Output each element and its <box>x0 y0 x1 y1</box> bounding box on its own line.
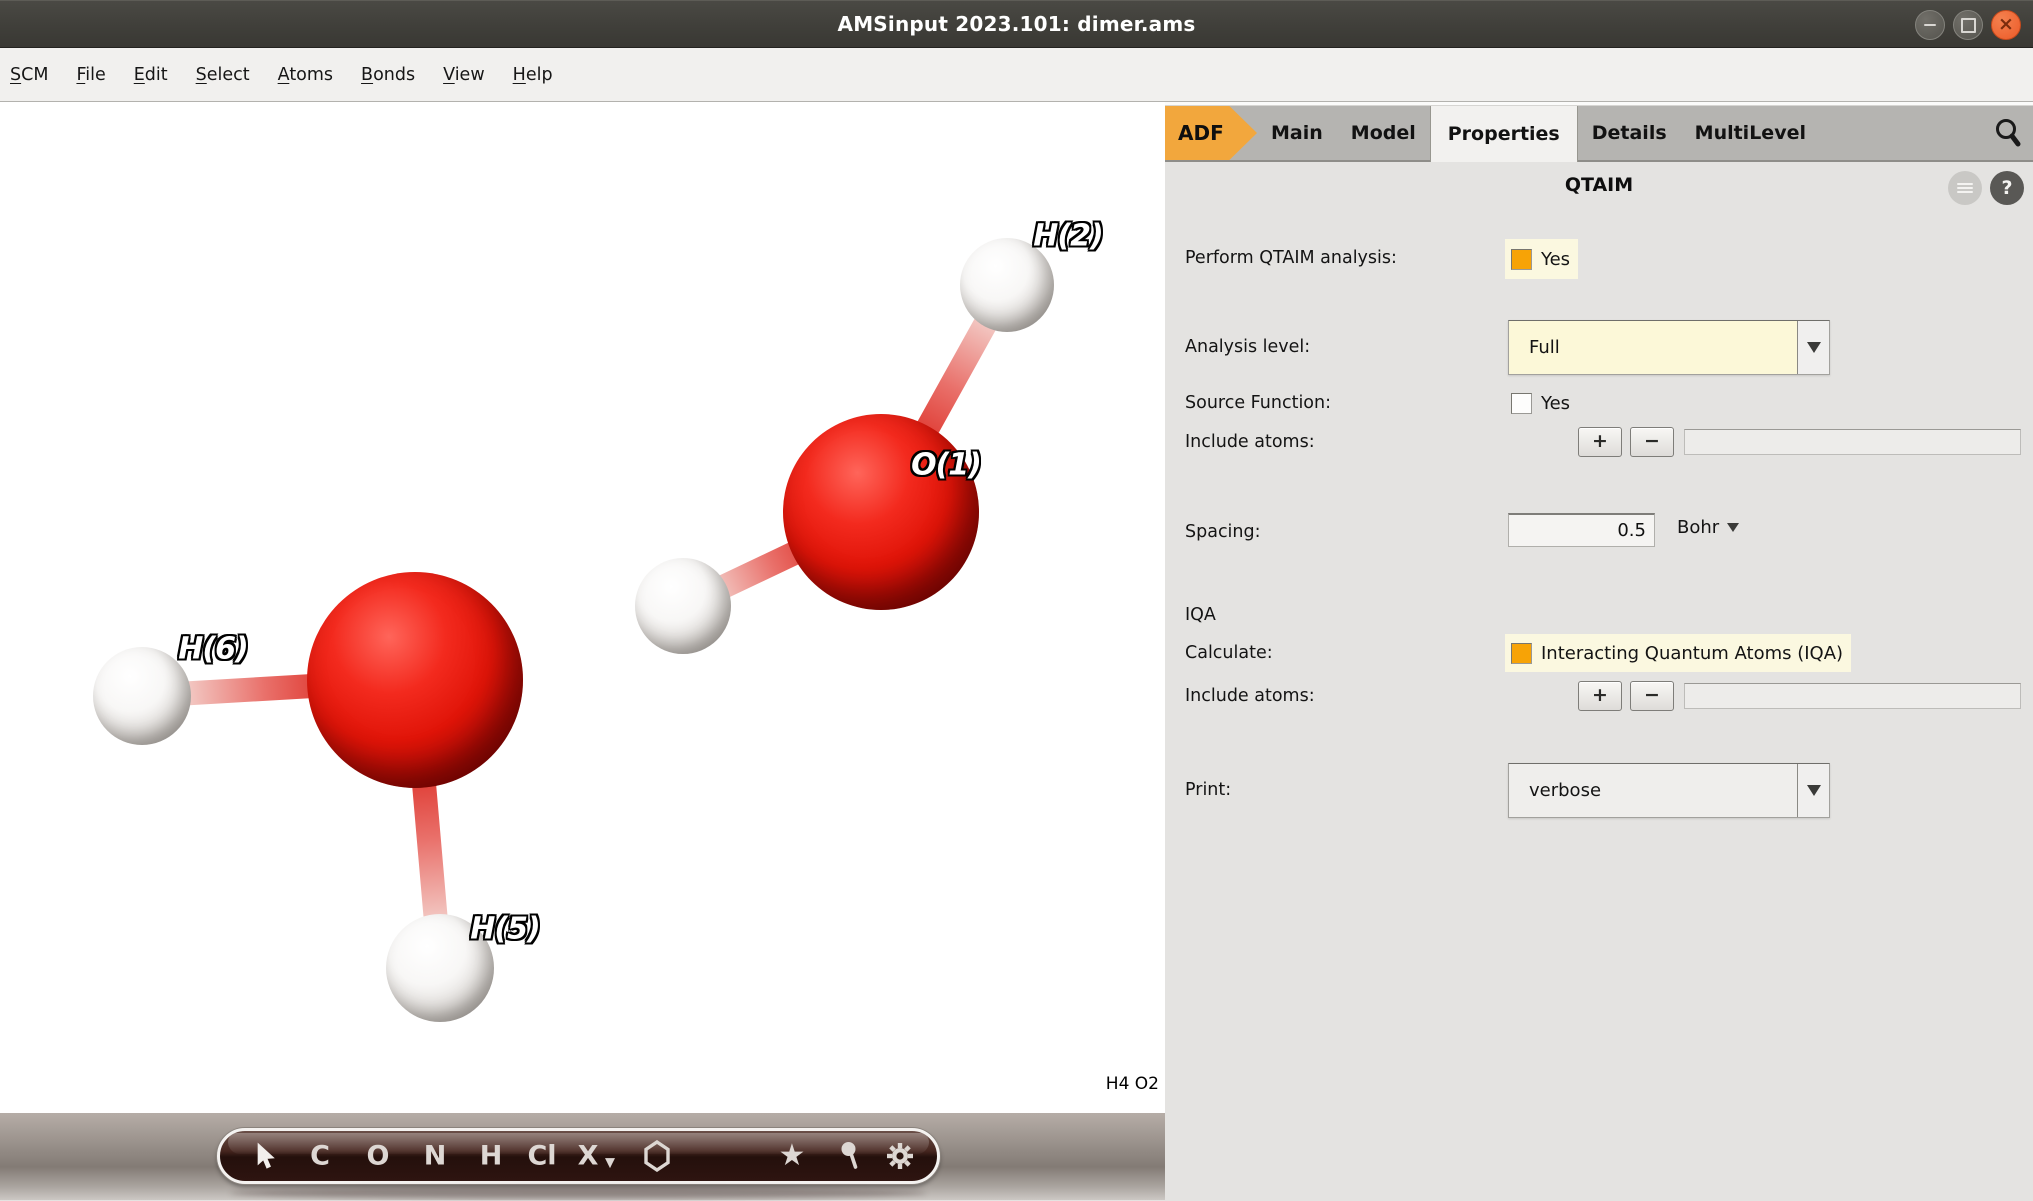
include-atoms1-remove-button[interactable]: − <box>1630 427 1674 457</box>
element-nitrogen-tool[interactable]: N <box>424 1143 447 1170</box>
spacing-input[interactable] <box>1508 513 1655 547</box>
menu-atoms[interactable]: Atoms <box>278 65 333 85</box>
print-dropdown-button[interactable] <box>1797 764 1829 817</box>
atom-label-H(5): H(5) <box>470 912 539 947</box>
adf-engine-tag[interactable]: ADF <box>1165 106 1257 160</box>
spacing-unit-value: Bohr <box>1677 517 1719 538</box>
minimize-icon <box>1924 24 1936 27</box>
include-atoms1-label: Include atoms: <box>1185 432 1315 452</box>
search-button[interactable] <box>1993 106 2033 160</box>
close-icon: × <box>1998 15 2014 34</box>
maximize-button[interactable] <box>1953 10 1983 40</box>
menu-select[interactable]: Select <box>196 65 250 85</box>
element-other-tool[interactable]: X <box>578 1143 599 1170</box>
include-atoms1-list-field[interactable] <box>1684 429 2021 455</box>
tab-multilevel[interactable]: MultiLevel <box>1681 106 1820 160</box>
source-function-value: Yes <box>1541 393 1570 414</box>
analysis-level-dropdown[interactable]: Full <box>1508 320 1830 375</box>
atom-H(6)[interactable] <box>93 647 191 745</box>
source-function-label: Source Function: <box>1185 393 1331 413</box>
quick-toolbar: C O N H Cl X ▼ ★ <box>217 1128 940 1184</box>
calculate-value: Interacting Quantum Atoms (IQA) <box>1541 643 1843 664</box>
window-title: AMSinput 2023.101: dimer.ams <box>838 12 1196 36</box>
print-value: verbose <box>1509 780 1797 801</box>
perform-qtaim-label: Perform QTAIM analysis: <box>1185 248 1397 268</box>
perform-qtaim-checkbox[interactable] <box>1511 249 1532 270</box>
search-icon <box>1993 117 2023 149</box>
print-label: Print: <box>1185 780 1231 800</box>
atom-label-O(1): O(1) <box>911 448 981 483</box>
atom-H[interactable] <box>635 558 731 654</box>
select-pointer-tool[interactable] <box>255 1142 277 1170</box>
menu-scm[interactable]: SCM <box>10 65 48 85</box>
viewer-column: H4 O2 O(1) H(2) H(5) H(6) C O N H Cl X ▼ ★ <box>0 102 1165 1200</box>
help-button[interactable]: ? <box>1990 171 2024 205</box>
panel-menu-button[interactable] <box>1948 171 1982 205</box>
element-other-dropdown-caret[interactable]: ▼ <box>605 1157 615 1170</box>
atom-O(1)[interactable] <box>783 414 979 610</box>
spacing-unit-dropdown[interactable]: Bohr <box>1677 517 1739 538</box>
titlebar: AMSinput 2023.101: dimer.ams × <box>0 0 2033 48</box>
atom-O[interactable] <box>307 572 523 788</box>
calculate-label: Calculate: <box>1185 643 1273 663</box>
perform-qtaim-value: Yes <box>1541 249 1570 270</box>
element-carbon-tool[interactable]: C <box>310 1143 330 1170</box>
settings-tool[interactable] <box>885 1141 915 1171</box>
ring-structure-tool[interactable] <box>644 1140 670 1172</box>
menu-file[interactable]: File <box>76 65 105 85</box>
chevron-down-icon <box>1807 785 1821 796</box>
tab-details[interactable]: Details <box>1578 106 1681 160</box>
molecule-viewport[interactable]: H4 O2 O(1) H(2) H(5) H(6) <box>0 102 1165 1113</box>
tab-model[interactable]: Model <box>1337 106 1430 160</box>
window-controls: × <box>1915 10 2021 40</box>
question-icon: ? <box>2001 177 2012 199</box>
print-dropdown[interactable]: verbose <box>1508 763 1830 818</box>
iqa-section-label: IQA <box>1185 605 1216 625</box>
menu-edit[interactable]: Edit <box>134 65 168 85</box>
calculate-checkbox[interactable] <box>1511 643 1532 664</box>
menu-view[interactable]: View <box>443 65 485 85</box>
include-atoms1-add-button[interactable]: + <box>1578 427 1622 457</box>
element-oxygen-tool[interactable]: O <box>367 1143 390 1170</box>
source-function-checkbox-row[interactable]: Yes <box>1505 386 1578 420</box>
maximize-icon <box>1961 18 1976 33</box>
minimize-button[interactable] <box>1915 10 1945 40</box>
section-heading: QTAIM <box>1165 174 2033 196</box>
source-function-checkbox[interactable] <box>1511 393 1532 414</box>
chevron-down-icon <box>1727 523 1739 532</box>
qtaim-form: QTAIM ? Perform QTAIM analysis: Yes Anal… <box>1165 162 2033 1201</box>
structure-library-tool[interactable]: ★ <box>779 1141 806 1171</box>
toolbar-reflection <box>230 1187 927 1199</box>
list-icon <box>1957 181 1973 195</box>
settings-panel: ADF Main Model Properties Details MultiL… <box>1165 102 2033 1200</box>
calculate-checkbox-row[interactable]: Interacting Quantum Atoms (IQA) <box>1505 634 1851 672</box>
viewer-bottom-bar: C O N H Cl X ▼ ★ <box>0 1113 1165 1200</box>
menu-bar: SCM File Edit Select Atoms Bonds View Help <box>0 48 2033 102</box>
analysis-level-label: Analysis level: <box>1185 337 1310 357</box>
tab-bar: ADF Main Model Properties Details MultiL… <box>1165 105 2033 162</box>
element-hydrogen-tool[interactable]: H <box>480 1143 503 1170</box>
tab-properties[interactable]: Properties <box>1430 106 1578 162</box>
include-atoms2-remove-button[interactable]: − <box>1630 681 1674 711</box>
chevron-down-icon <box>1807 342 1821 353</box>
spacing-label: Spacing: <box>1185 522 1261 542</box>
include-atoms2-list-field[interactable] <box>1684 683 2021 709</box>
atom-label-H(6): H(6) <box>178 632 247 667</box>
close-button[interactable]: × <box>1991 10 2021 40</box>
balloon-pointer-tool[interactable] <box>840 1141 860 1171</box>
include-atoms2-label: Include atoms: <box>1185 686 1315 706</box>
tab-main[interactable]: Main <box>1257 106 1337 160</box>
analysis-level-value: Full <box>1509 337 1797 358</box>
include-atoms2-add-button[interactable]: + <box>1578 681 1622 711</box>
atom-label-H(2): H(2) <box>1033 219 1102 254</box>
perform-qtaim-checkbox-row[interactable]: Yes <box>1505 239 1578 279</box>
element-chlorine-tool[interactable]: Cl <box>527 1143 556 1170</box>
amsinput-window: { "window": { "title": "AMSinput 2023.10… <box>0 0 2033 1200</box>
formula-readout: H4 O2 <box>1106 1074 1159 1094</box>
menu-help[interactable]: Help <box>513 65 553 85</box>
analysis-level-dropdown-button[interactable] <box>1797 321 1829 374</box>
menu-bonds[interactable]: Bonds <box>361 65 415 85</box>
